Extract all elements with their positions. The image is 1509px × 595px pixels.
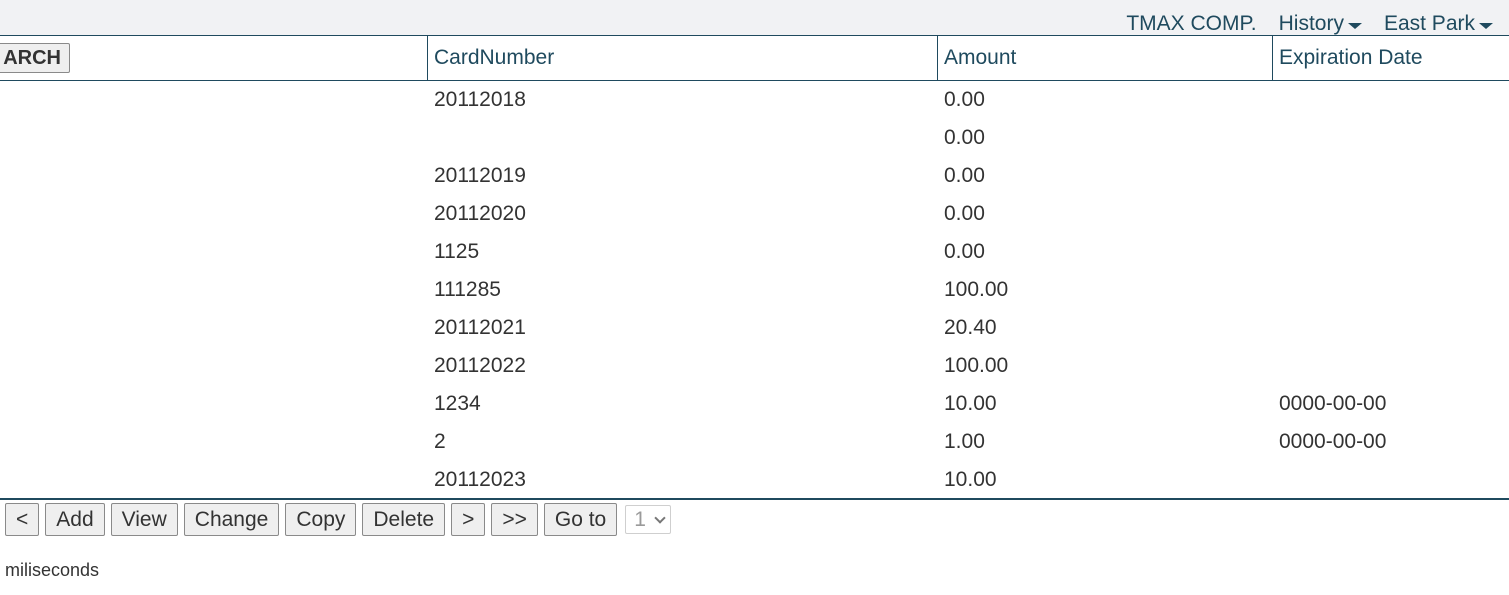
- table-header: ARCH CardNumber Amount Expiration Date: [0, 35, 1509, 81]
- table-row[interactable]: 2 1.00 0000-00-00: [0, 422, 1509, 460]
- page-select-value: 1: [634, 507, 646, 531]
- add-button[interactable]: Add: [45, 503, 105, 536]
- table-row[interactable]: 20112022 100.00: [0, 346, 1509, 384]
- timing-status: miliseconds: [5, 560, 100, 580]
- copy-button[interactable]: Copy: [285, 503, 357, 536]
- go-to-button[interactable]: Go to: [543, 503, 618, 536]
- amount-cell: 100.00: [944, 278, 1009, 301]
- record-toolbar: < Add View Change Copy Delete > >> Go to…: [5, 503, 672, 536]
- table-row[interactable]: 20112023 10.00: [0, 460, 1509, 498]
- column-divider: [1272, 36, 1273, 80]
- top-bar: TMAX COMP. History East Park: [0, 0, 1509, 35]
- column-header-expiration-date[interactable]: Expiration Date: [1279, 46, 1423, 70]
- table-row[interactable]: 20112019 0.00: [0, 156, 1509, 194]
- amount-cell: 0.00: [944, 240, 985, 263]
- location-menu[interactable]: East Park: [1384, 12, 1493, 36]
- last-page-button[interactable]: >>: [491, 503, 538, 536]
- expiration-date-cell: 0000-00-00: [1279, 392, 1387, 415]
- next-page-button[interactable]: >: [451, 503, 486, 536]
- table-row[interactable]: 1125 0.00: [0, 232, 1509, 270]
- prev-page-button[interactable]: <: [5, 503, 40, 536]
- column-divider: [427, 36, 428, 80]
- table-row[interactable]: 1234 10.00 0000-00-00: [0, 384, 1509, 422]
- history-menu[interactable]: History: [1279, 12, 1362, 36]
- column-header-cardnumber[interactable]: CardNumber: [434, 46, 554, 70]
- top-nav: TMAX COMP. History East Park: [1126, 12, 1493, 36]
- amount-cell: 1.00: [944, 430, 985, 453]
- expiration-date-cell: 0000-00-00: [1279, 430, 1387, 453]
- table-row[interactable]: 20112020 0.00: [0, 194, 1509, 232]
- amount-cell: 100.00: [944, 354, 1009, 377]
- company-link[interactable]: TMAX COMP.: [1126, 12, 1256, 36]
- table-row[interactable]: 20112018 0.00: [0, 80, 1509, 118]
- amount-cell: 10.00: [944, 468, 997, 491]
- amount-cell: 20.40: [944, 316, 997, 339]
- amount-cell: 10.00: [944, 392, 997, 415]
- table-bottom-divider: [0, 498, 1509, 500]
- card-number-cell: 20112018: [434, 88, 526, 111]
- amount-cell: 0.00: [944, 202, 985, 225]
- table-row[interactable]: 20112021 20.40: [0, 308, 1509, 346]
- card-number-cell: 2: [434, 430, 446, 453]
- view-button[interactable]: View: [110, 503, 178, 536]
- card-number-cell: 20112020: [434, 202, 526, 225]
- amount-cell: 0.00: [944, 126, 985, 149]
- change-button[interactable]: Change: [183, 503, 280, 536]
- card-number-cell: 20112021: [434, 316, 526, 339]
- delete-button[interactable]: Delete: [362, 503, 446, 536]
- amount-cell: 0.00: [944, 88, 985, 111]
- caret-down-icon: [1479, 23, 1493, 29]
- table-row[interactable]: 111285 100.00: [0, 270, 1509, 308]
- card-number-cell: 1125: [434, 240, 480, 263]
- table-body: 20112018 0.00 0.00 20112019 0.00 2011202…: [0, 80, 1509, 498]
- history-menu-label: History: [1278, 12, 1344, 35]
- amount-cell: 0.00: [944, 164, 985, 187]
- location-menu-label: East Park: [1383, 12, 1475, 35]
- table-row[interactable]: 0.00: [0, 118, 1509, 156]
- page-select[interactable]: 1: [625, 505, 672, 534]
- card-number-cell: 20112023: [434, 468, 526, 491]
- column-header-amount[interactable]: Amount: [944, 46, 1016, 70]
- chevron-down-icon: [654, 511, 666, 524]
- card-number-cell: 20112022: [434, 354, 526, 377]
- caret-down-icon: [1347, 23, 1362, 29]
- column-divider: [937, 36, 938, 80]
- search-button[interactable]: ARCH: [0, 43, 70, 73]
- card-number-cell: 111285: [434, 278, 501, 301]
- card-number-cell: 20112019: [434, 164, 526, 187]
- card-number-cell: 1234: [434, 392, 481, 415]
